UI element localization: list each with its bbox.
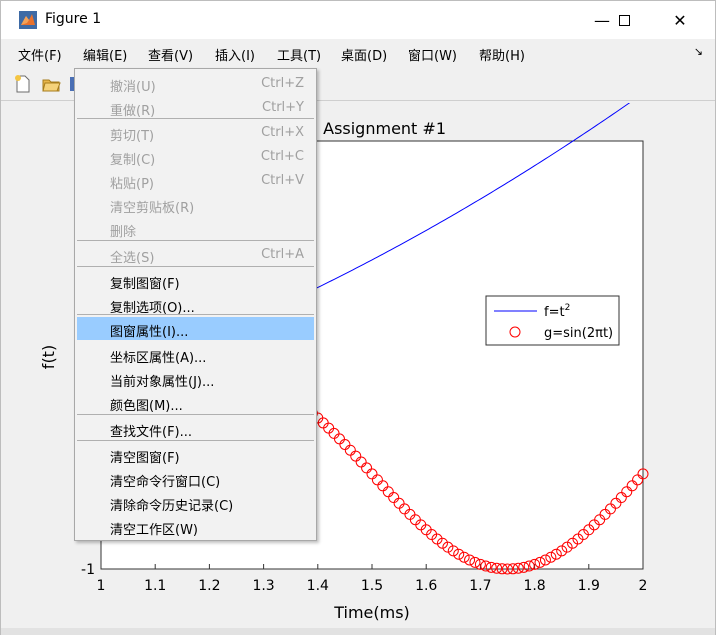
menu-bar: 文件(F) 编辑(E) 查看(V) 插入(I) 工具(T) 桌面(D) 窗口(W…: [1, 39, 715, 67]
y-tick-label: -1: [81, 562, 95, 578]
window-title: Figure 1: [45, 11, 102, 27]
x-tick-label: 2: [639, 578, 648, 594]
edit-menu-item: 删除: [77, 217, 314, 240]
menu-item-label: 颜色图(M)...: [110, 399, 183, 414]
menu-item-label: 查找文件(F)...: [110, 425, 193, 440]
edit-menu-item: 全选(S) Ctrl+A: [77, 243, 314, 266]
edit-menu-item[interactable]: 颜色图(M)...: [77, 391, 314, 414]
x-axis-label: Time(ms): [333, 603, 410, 622]
edit-menu-item: 重做(R) Ctrl+Y: [77, 96, 314, 119]
edit-menu-item[interactable]: 复制选项(O)...: [77, 293, 314, 316]
x-tick-label: 1.8: [523, 578, 545, 594]
menu-item-shortcut: Ctrl+V: [261, 173, 304, 188]
edit-menu-item[interactable]: 当前对象属性(J)...: [77, 367, 314, 390]
edit-menu-item: 撤消(U) Ctrl+Z: [77, 72, 314, 95]
close-button[interactable]: ✕: [657, 1, 703, 39]
title-bar: Figure 1 — ✕: [1, 1, 715, 39]
menu-item-label: 清空剪贴板(R): [110, 201, 195, 216]
menu-separator: [77, 440, 314, 441]
menu-tools[interactable]: 工具(T): [277, 45, 321, 64]
menu-item-label: 坐标区属性(A)...: [110, 351, 207, 366]
edit-menu-item[interactable]: 图窗属性(I)...: [77, 317, 314, 340]
menu-item-label: 清空命令行窗口(C): [110, 475, 221, 490]
edit-menu-item[interactable]: 清空图窗(F): [77, 443, 314, 466]
menu-item-shortcut: Ctrl+X: [261, 125, 304, 140]
menu-view[interactable]: 查看(V): [148, 45, 193, 64]
menu-window[interactable]: 窗口(W): [408, 45, 457, 64]
x-tick-label: 1.9: [578, 578, 600, 594]
edit-menu-item: 粘贴(P) Ctrl+V: [77, 169, 314, 192]
menu-edit[interactable]: 编辑(E): [83, 45, 127, 64]
maximize-button[interactable]: [601, 1, 647, 39]
open-file-icon[interactable]: [41, 74, 61, 94]
edit-menu-item[interactable]: 清空工作区(W): [77, 515, 314, 538]
menu-item-label: 重做(R): [110, 104, 156, 119]
edit-menu-item: 复制(C) Ctrl+C: [77, 145, 314, 168]
menu-item-label: 粘贴(P): [110, 177, 154, 192]
menu-item-label: 撤消(U): [110, 80, 156, 95]
menu-item-shortcut: Ctrl+Z: [261, 76, 304, 91]
arrow-icon[interactable]: ↘: [694, 45, 703, 58]
y-axis-label: f(t): [39, 345, 58, 369]
menu-separator: [77, 414, 314, 415]
x-tick-label: 1.4: [307, 578, 329, 594]
edit-menu-item[interactable]: 复制图窗(F): [77, 269, 314, 292]
edit-menu-item[interactable]: 清空命令行窗口(C): [77, 467, 314, 490]
menu-item-label: 当前对象属性(J)...: [110, 375, 215, 390]
chart-title: mi Assignment #1: [298, 119, 446, 138]
menu-item-label: 清空图窗(F): [110, 451, 180, 466]
legend[interactable]: f=t2 g=sin(2πt): [485, 295, 620, 346]
menu-item-label: 清除命令历史记录(C): [110, 499, 234, 514]
edit-menu-item[interactable]: 查找文件(F)...: [77, 417, 314, 440]
edit-menu-dropdown: 撤消(U) Ctrl+Z 重做(R) Ctrl+Y 剪切(T) Ctrl+X 复制(C) Ct…: [74, 68, 317, 541]
x-tick-label: 1.3: [252, 578, 274, 594]
matlab-icon: [19, 11, 37, 29]
edit-menu-item[interactable]: 清除命令历史记录(C): [77, 491, 314, 514]
edit-menu-item: 剪切(T) Ctrl+X: [77, 121, 314, 144]
menu-file[interactable]: 文件(F): [18, 45, 62, 64]
legend-f-superscript: 2: [565, 303, 571, 313]
menu-item-label: 复制选项(O)...: [110, 301, 195, 316]
menu-item-label: 图窗属性(I)...: [110, 325, 189, 340]
maximize-icon: [618, 14, 630, 26]
legend-g-label: g=sin(2πt): [544, 326, 613, 341]
edit-menu-item[interactable]: 坐标区属性(A)...: [77, 343, 314, 366]
menu-item-shortcut: Ctrl+C: [260, 149, 304, 164]
x-tick-label: 1.5: [361, 578, 383, 594]
menu-item-label: 复制(C): [110, 153, 156, 168]
legend-f-text: f=t: [544, 305, 565, 320]
menu-separator: [77, 266, 314, 267]
menu-insert[interactable]: 插入(I): [215, 45, 255, 64]
edit-menu-item: 清空剪贴板(R): [77, 193, 314, 216]
x-tick-label: 1.7: [469, 578, 491, 594]
menu-desktop[interactable]: 桌面(D): [341, 45, 387, 64]
x-tick-label: 1: [97, 578, 106, 594]
x-tick-label: 1.1: [144, 578, 166, 594]
menu-item-shortcut: Ctrl+Y: [262, 100, 304, 115]
new-figure-icon[interactable]: [13, 74, 33, 94]
menu-item-label: 删除: [110, 225, 137, 240]
menu-item-label: 清空工作区(W): [110, 523, 198, 538]
menu-help[interactable]: 帮助(H): [479, 45, 525, 64]
menu-item-label: 全选(S): [110, 251, 155, 266]
x-tick-label: 1.2: [198, 578, 220, 594]
menu-item-label: 剪切(T): [110, 129, 155, 144]
menu-separator: [77, 240, 314, 241]
menu-item-label: 复制图窗(F): [110, 277, 180, 292]
close-icon: ✕: [673, 10, 687, 30]
x-tick-label: 1.6: [415, 578, 437, 594]
menu-item-shortcut: Ctrl+A: [261, 247, 304, 262]
window-bottom-edge: [1, 628, 715, 635]
